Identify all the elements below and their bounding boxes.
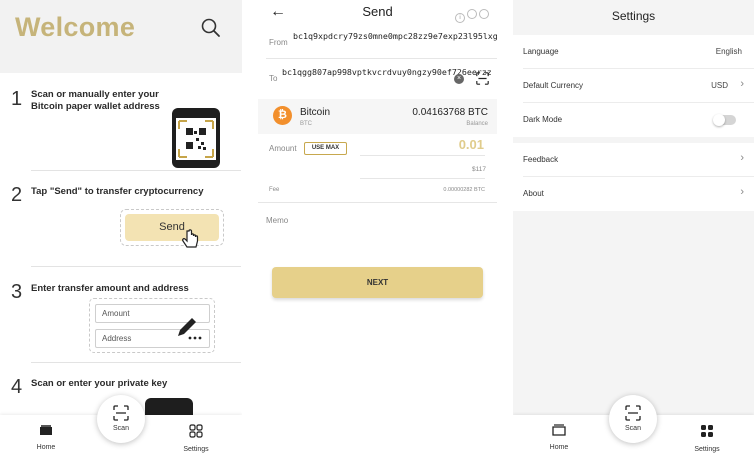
settings-screen: Settings Language English Default Curren… [513, 0, 754, 465]
close-icon: × [456, 75, 462, 82]
step-3-text: Enter transfer amount and address [31, 283, 189, 294]
coin-selector[interactable]: ₿ Bitcoin BTC 0.04163768 BTC Balance [258, 99, 497, 134]
to-address-input[interactable]: bc1qgg807ap998vptkvcrdvuy0ngzy90ef726eer… [282, 67, 492, 78]
wallet-icon [552, 424, 566, 436]
amount-input[interactable]: 0.01 [459, 137, 484, 152]
wallet-icon [40, 425, 52, 435]
fee-value: 0.00000282 BTC [443, 187, 485, 193]
scan-icon [625, 405, 641, 421]
step-2-text: Tap "Send" to transfer cryptocurrency [31, 186, 204, 197]
send-illustration-button: Send [125, 214, 219, 241]
tab-settings-label: Settings [183, 446, 209, 453]
step-4-number: 4 [11, 376, 23, 398]
scan-icon [113, 405, 129, 421]
about-row[interactable]: About › [513, 177, 754, 211]
search-button[interactable] [200, 17, 222, 39]
currency-value: USD [711, 81, 728, 90]
fiat-value: $117 [472, 166, 486, 173]
dark-mode-row: Dark Mode [513, 103, 754, 137]
from-label: From [269, 38, 288, 47]
welcome-header: Welcome [0, 0, 242, 73]
divider [266, 58, 497, 59]
step-divider [31, 266, 241, 267]
pencil-icon [178, 318, 202, 340]
step-indicator: i [455, 6, 491, 24]
coin-ticker: BTC [300, 121, 312, 127]
step-dot-icon [479, 9, 489, 19]
from-address: bc1q9xpdcry79zs0mne0mpc28zz9e7exp23l95lx… [293, 31, 497, 41]
dark-mode-toggle[interactable] [713, 114, 736, 126]
phone-qr-illustration [172, 108, 220, 168]
qr-code-icon [178, 120, 214, 158]
amount-underline [360, 155, 485, 156]
language-row[interactable]: Language English [513, 35, 754, 69]
grid-icon [701, 425, 713, 437]
coin-name: Bitcoin [300, 107, 331, 118]
step-1-number: 1 [11, 88, 23, 110]
balance-value: 0.04163768 BTC [412, 107, 488, 118]
about-label: About [523, 189, 544, 198]
search-icon [201, 18, 220, 37]
chevron-right-icon: › [740, 152, 744, 164]
step-divider [31, 362, 241, 363]
divider [258, 202, 497, 203]
scan-fab-label: Scan [625, 425, 641, 432]
clear-address-button[interactable]: × [454, 74, 464, 84]
send-screen: ← Send i From bc1q9xpdcry79zs0mne0mpc28z… [258, 0, 497, 465]
info-icon: i [455, 13, 465, 23]
currency-label: Default Currency [523, 81, 584, 90]
step-dot-icon [467, 9, 477, 19]
welcome-title: Welcome [15, 12, 136, 42]
tab-settings[interactable]: Settings [166, 424, 226, 453]
chevron-right-icon: › [740, 186, 744, 198]
step-divider [31, 170, 241, 171]
settings-title: Settings [513, 0, 754, 35]
language-value: English [715, 47, 742, 56]
tab-home[interactable]: Home [529, 424, 589, 451]
chevron-right-icon: › [740, 78, 744, 90]
to-label: To [269, 74, 278, 83]
step-2-number: 2 [11, 184, 23, 206]
dark-mode-label: Dark Mode [523, 115, 563, 124]
tab-home-label: Home [36, 444, 56, 451]
welcome-screen: Welcome 1 Scan or manually enter your Bi… [0, 0, 242, 465]
app-root: Welcome 1 Scan or manually enter your Bi… [0, 0, 754, 465]
scan-fab-button[interactable]: Scan [97, 395, 145, 443]
language-label: Language [523, 47, 559, 56]
tab-settings[interactable]: Settings [677, 424, 737, 453]
tab-home-label: Home [549, 444, 569, 451]
tab-settings-label: Settings [694, 446, 720, 453]
next-button[interactable]: NEXT [272, 267, 483, 298]
memo-input[interactable]: Memo [266, 216, 288, 225]
grid-icon [189, 424, 203, 438]
use-max-button[interactable]: USE MAX [304, 142, 347, 155]
send-header: ← Send i [258, 0, 497, 24]
amount-label: Amount [269, 144, 297, 153]
step-3-number: 3 [11, 281, 23, 303]
hand-pointer-icon [182, 229, 199, 248]
tab-home[interactable]: Home [16, 424, 76, 451]
step-4-text: Scan or enter your private key [31, 378, 168, 389]
toggle-knob [713, 114, 725, 126]
step-1-text: Scan or manually enter your Bitcoin pape… [31, 89, 160, 112]
feedback-row[interactable]: Feedback › [513, 143, 754, 177]
scan-fab-label: Scan [113, 425, 129, 432]
bitcoin-icon: ₿ [273, 106, 292, 125]
fiat-underline [360, 178, 485, 179]
send-illustration: Send [120, 209, 224, 246]
fee-label: Fee [269, 187, 280, 193]
scan-fab-button[interactable]: Scan [609, 395, 657, 443]
balance-label: Balance [466, 121, 488, 127]
scan-address-icon[interactable] [476, 72, 489, 85]
feedback-label: Feedback [523, 155, 559, 164]
default-currency-row[interactable]: Default Currency USD › [513, 69, 754, 103]
